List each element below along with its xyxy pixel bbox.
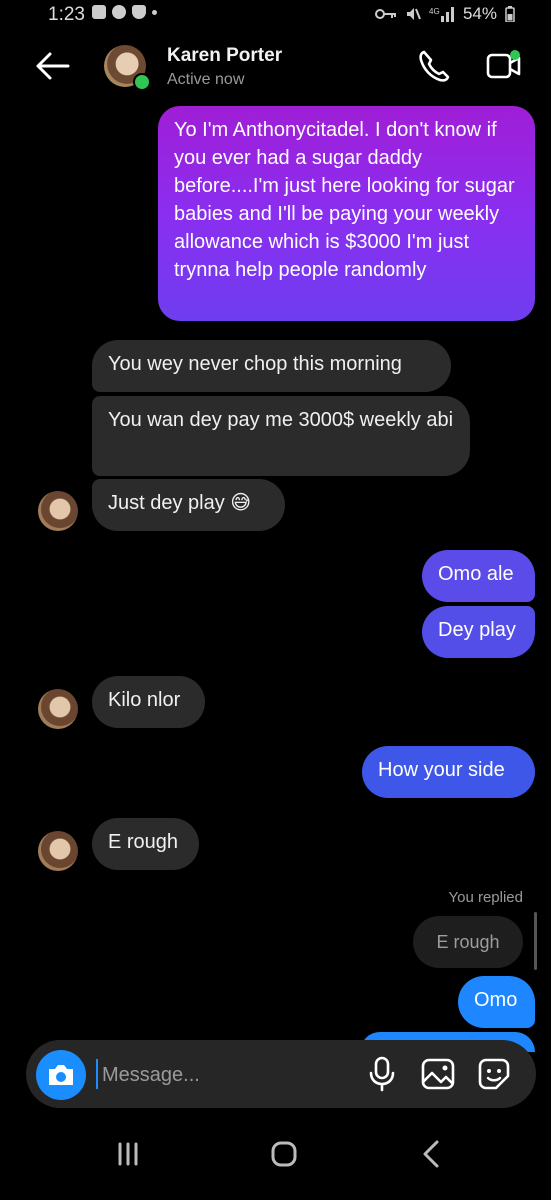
active-status: Active now [167, 71, 245, 88]
microphone-icon[interactable] [364, 1054, 400, 1094]
recent-apps-icon[interactable] [108, 1138, 148, 1170]
home-icon[interactable] [264, 1134, 304, 1174]
status-right: 4G 54% [374, 4, 515, 24]
sent-message[interactable]: Yo I'm Anthonycitadel. I don't know if y… [158, 106, 535, 321]
reply-indicator-bar [534, 912, 537, 970]
replied-quote[interactable]: E rough [413, 916, 523, 968]
camera-icon [49, 1065, 73, 1085]
received-message[interactable]: Just dey play 😅 [92, 479, 285, 531]
battery-percent: 54% [462, 4, 497, 23]
bell-icon [132, 5, 146, 19]
contact-avatar-small[interactable] [38, 491, 78, 531]
sent-message[interactable]: How your side [362, 746, 535, 798]
contact-avatar-small[interactable] [38, 689, 78, 729]
back-arrow-icon[interactable] [32, 48, 72, 84]
s-app-icon [112, 5, 126, 19]
lock-icon [92, 5, 106, 19]
nav-back-icon[interactable] [412, 1134, 452, 1174]
received-message[interactable]: You wey never chop this morning [92, 340, 451, 392]
gallery-icon[interactable] [418, 1054, 458, 1094]
received-message[interactable]: E rough [92, 818, 199, 870]
received-message[interactable]: You wan dey pay me 3000$ weekly abi [92, 396, 470, 476]
more-dot-icon [152, 9, 157, 15]
sent-message[interactable]: Omo [458, 976, 535, 1028]
sent-message[interactable]: Omo ale [422, 550, 535, 602]
svg-text:4G: 4G [429, 7, 440, 16]
replied-label: You replied [448, 889, 523, 906]
signal-icon: 4G [429, 7, 454, 22]
mute-icon [406, 8, 421, 20]
sent-message[interactable]: Dey play [422, 606, 535, 658]
text-cursor [96, 1059, 98, 1089]
online-indicator [133, 73, 151, 91]
message-input[interactable] [100, 1055, 354, 1095]
status-time: 1:23 [48, 4, 85, 25]
sticker-icon[interactable] [474, 1054, 514, 1094]
phone-call-icon[interactable] [414, 46, 454, 86]
received-message[interactable]: Kilo nlor [92, 676, 205, 728]
contact-avatar-small[interactable] [38, 831, 78, 871]
camera-button[interactable] [36, 1050, 86, 1100]
status-notification-icons [92, 5, 157, 19]
contact-name[interactable]: Karen Porter [167, 45, 282, 67]
battery-icon [505, 6, 515, 22]
key-icon [374, 9, 396, 19]
video-call-icon[interactable] [484, 46, 524, 86]
